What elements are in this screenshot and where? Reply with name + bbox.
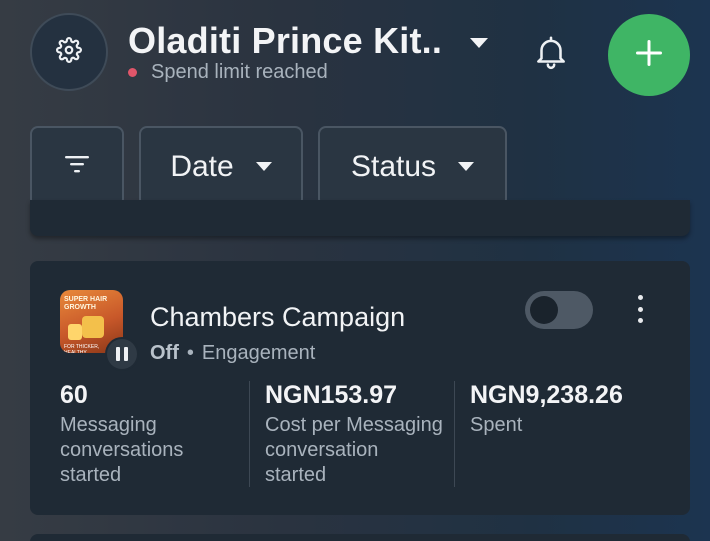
metric-label: Messaging conversations started: [60, 414, 184, 486]
status-dot: [128, 68, 137, 77]
more-icon: [637, 295, 643, 300]
date-filter-label: Date: [170, 149, 234, 183]
metric-label: Spent: [470, 414, 523, 436]
status-filter[interactable]: Status: [318, 126, 507, 207]
thumbnail-text: SUPER HAIR: [64, 296, 108, 303]
status-text: Spend limit reached: [151, 61, 328, 83]
campaign-objective: Engagement: [201, 342, 316, 364]
metric-divider: [249, 381, 250, 487]
filter-icon: [64, 154, 90, 179]
settings-button[interactable]: [30, 13, 108, 91]
previous-campaign-card: [30, 200, 690, 236]
metric-divider: [454, 381, 455, 487]
campaign-name[interactable]: Chambers Campaign: [150, 302, 405, 333]
metric-cost-per-result: NGN153.97 Cost per Messaging conversatio…: [265, 379, 443, 488]
account-status: Spend limit reached: [128, 61, 328, 84]
metric-spent: NGN9,238.26 Spent: [470, 379, 623, 438]
notifications-button[interactable]: [528, 30, 574, 78]
plus-icon: [633, 37, 665, 74]
campaign-card[interactable]: SUPER HAIR GROWTH FOR THICKER, HEALTHY C…: [30, 261, 690, 515]
add-button[interactable]: [608, 14, 690, 96]
chevron-down-icon: [458, 162, 475, 171]
date-filter[interactable]: Date: [139, 126, 303, 207]
product-image: [68, 324, 82, 340]
bell-icon: [532, 32, 570, 77]
metric-value: 60: [60, 381, 88, 409]
meta-separator: •: [186, 342, 194, 364]
metric-value: NGN9,238.26: [470, 381, 623, 409]
metric-value: NGN153.97: [265, 381, 398, 409]
campaign-toggle[interactable]: [525, 291, 593, 329]
product-image: [82, 316, 104, 338]
toggle-knob: [530, 296, 558, 324]
metric-results: 60 Messaging conversations started: [60, 379, 183, 488]
paused-badge: [105, 337, 139, 371]
more-options-button[interactable]: [630, 295, 650, 323]
chevron-down-icon: [255, 162, 272, 171]
account-name[interactable]: Oladiti Prince Kit..: [128, 20, 442, 62]
gear-icon: [56, 36, 82, 68]
next-campaign-card: [30, 534, 690, 541]
chevron-down-icon[interactable]: [470, 38, 488, 48]
status-filter-label: Status: [350, 149, 437, 183]
campaign-status: Off: [150, 342, 179, 364]
filter-button[interactable]: [30, 126, 124, 207]
campaign-meta: Off • Engagement: [150, 342, 315, 365]
metric-label: Cost per Messaging conversation started: [265, 414, 443, 486]
pause-icon: [107, 339, 137, 369]
thumbnail-text: GROWTH: [64, 304, 96, 311]
